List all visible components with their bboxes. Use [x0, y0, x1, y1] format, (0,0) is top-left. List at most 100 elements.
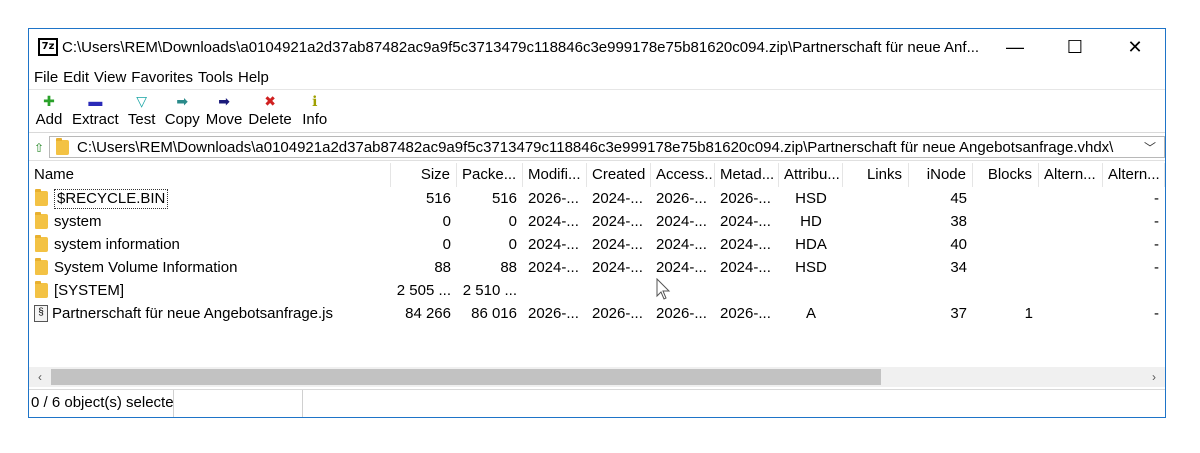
cell-inode	[909, 279, 973, 302]
cell-alt2: -	[1154, 213, 1159, 230]
column-header-1[interactable]: Size	[391, 163, 457, 187]
test-button[interactable]: ▽ Test	[122, 90, 162, 132]
cell-alt2: -	[1154, 190, 1159, 207]
move-icon: ➡	[218, 93, 230, 109]
column-header-8[interactable]: Links	[843, 163, 909, 187]
title-bar[interactable]: 7z C:\Users\REM\Downloads\a0104921a2d37a…	[29, 29, 1165, 65]
cell-size: 88	[434, 259, 451, 276]
folder-icon	[35, 281, 48, 298]
horizontal-scrollbar[interactable]: ‹ ›	[29, 367, 1165, 387]
cell-metadata: 2024-...	[720, 259, 771, 276]
table-row[interactable]: system information 0 0 2024-... 2024-... 2024…	[29, 233, 1165, 256]
extract-button[interactable]: ▬ Extract	[69, 90, 122, 132]
chevron-down-icon[interactable]: ﹀	[1136, 139, 1164, 156]
cell-inode: 34	[950, 259, 967, 276]
column-header-11[interactable]: Altern...	[1039, 163, 1103, 187]
column-header-row: Name Size Packe... Modifi... Created Access..…	[29, 163, 1165, 187]
column-header-0[interactable]: Name	[29, 163, 391, 187]
scroll-thumb[interactable]	[51, 369, 881, 385]
cell-accessed: 2024-...	[656, 259, 707, 276]
cell-accessed: 2024-...	[656, 236, 707, 253]
cell-metadata: 2024-...	[720, 213, 771, 230]
menu-item-tools[interactable]: Tools	[197, 69, 237, 86]
status-segment	[174, 390, 303, 417]
cell-alt2: -	[1154, 305, 1159, 322]
test-icon: ▽	[136, 93, 148, 109]
up-folder-icon[interactable]: ⇧	[31, 141, 47, 155]
cell-links	[843, 210, 909, 233]
menu-item-help[interactable]: Help	[237, 69, 273, 86]
column-header-10[interactable]: Blocks	[973, 163, 1039, 187]
close-button[interactable]: ✕	[1105, 29, 1165, 65]
cell-attributes: HDA	[795, 236, 827, 253]
maximize-icon: ☐	[1066, 36, 1084, 57]
cell-inode: 38	[950, 213, 967, 230]
menu-item-edit[interactable]: Edit	[62, 69, 93, 86]
table-row[interactable]: $RECYCLE.BIN 516 516 2026-... 2024-... 2026-.…	[29, 187, 1165, 210]
column-header-3[interactable]: Modifi...	[523, 163, 587, 187]
table-row[interactable]: [SYSTEM] 2 505 ... 2 510 ...	[29, 279, 1165, 302]
move-button[interactable]: ➡ Move	[203, 90, 246, 132]
menu-item-favorites[interactable]: Favorites	[130, 69, 197, 86]
cell-blocks	[973, 210, 1039, 233]
delete-button[interactable]: ✖ Delete	[245, 90, 294, 132]
cell-attributes	[779, 279, 843, 302]
cell-alt2: -	[1154, 259, 1159, 276]
folder-icon	[35, 189, 48, 206]
minimize-button[interactable]: —	[985, 29, 1045, 65]
file-name[interactable]: system information	[54, 233, 180, 256]
column-header-4[interactable]: Created	[587, 163, 651, 187]
file-name[interactable]: system	[54, 210, 102, 233]
file-name[interactable]: [SYSTEM]	[54, 279, 124, 302]
menu-item-file[interactable]: File	[33, 69, 62, 86]
scroll-track[interactable]	[51, 367, 1143, 387]
cell-packed: 0	[508, 213, 517, 230]
script-file-icon: §	[34, 305, 48, 322]
scroll-left-icon[interactable]: ‹	[29, 370, 51, 384]
toolbar-label: Move	[205, 111, 243, 128]
minimize-icon: —	[1006, 36, 1024, 57]
column-header-6[interactable]: Metad...	[715, 163, 779, 187]
cell-blocks	[973, 279, 1039, 302]
cell-size: 2 505 ...	[396, 282, 451, 299]
file-name[interactable]: Partnerschaft für neue Angebotsanfrage.j…	[52, 302, 333, 325]
cell-size: 0	[442, 236, 451, 253]
name-cell: [SYSTEM]	[29, 279, 391, 302]
cell-alt1	[1039, 233, 1103, 256]
add-icon: ✚	[43, 93, 55, 109]
copy-button[interactable]: ➡ Copy	[162, 90, 203, 132]
toolbar-label: Delete	[248, 111, 292, 128]
cell-packed: 516	[491, 190, 517, 207]
info-button[interactable]: ℹ Info	[295, 90, 335, 132]
table-row[interactable]: System Volume Information 88 88 2024-... 202…	[29, 256, 1165, 279]
address-field[interactable]: C:\Users\REM\Downloads\a0104921a2d37ab87…	[49, 136, 1165, 158]
menu-item-view[interactable]: View	[93, 69, 130, 86]
file-name[interactable]: $RECYCLE.BIN	[54, 188, 169, 209]
name-cell: system information	[29, 233, 391, 256]
folder-icon	[35, 235, 48, 252]
cell-created: 2024-...	[592, 190, 643, 207]
toolbar-label: Info	[302, 111, 328, 128]
address-path[interactable]: C:\Users\REM\Downloads\a0104921a2d37ab87…	[77, 139, 1136, 156]
file-list[interactable]: Name Size Packe... Modifi... Created Access..…	[29, 163, 1165, 365]
add-button[interactable]: ✚ Add	[29, 90, 69, 132]
table-row[interactable]: § Partnerschaft für neue Angebotsanfrage.…	[29, 302, 1165, 325]
mouse-cursor-icon	[656, 278, 671, 300]
column-header-9[interactable]: iNode	[909, 163, 973, 187]
scroll-right-icon[interactable]: ›	[1143, 370, 1165, 384]
cell-attributes: HD	[800, 213, 822, 230]
cell-modified: 2026-...	[528, 305, 579, 322]
cell-size: 516	[425, 190, 451, 207]
table-row[interactable]: system 0 0 2024-... 2024-... 2024-... 2024-...…	[29, 210, 1165, 233]
app-window: 7z C:\Users\REM\Downloads\a0104921a2d37a…	[28, 28, 1166, 418]
cell-modified: 2024-...	[528, 213, 579, 230]
maximize-button[interactable]: ☐	[1045, 29, 1105, 65]
column-header-12[interactable]: Altern...	[1103, 163, 1165, 187]
column-header-5[interactable]: Access...	[651, 163, 715, 187]
file-name[interactable]: System Volume Information	[54, 256, 237, 279]
cell-inode: 40	[950, 236, 967, 253]
toolbar-label: Test	[127, 111, 156, 128]
column-header-7[interactable]: Attribu...	[779, 163, 843, 187]
cell-created: 2026-...	[592, 305, 643, 322]
column-header-2[interactable]: Packe...	[457, 163, 523, 187]
